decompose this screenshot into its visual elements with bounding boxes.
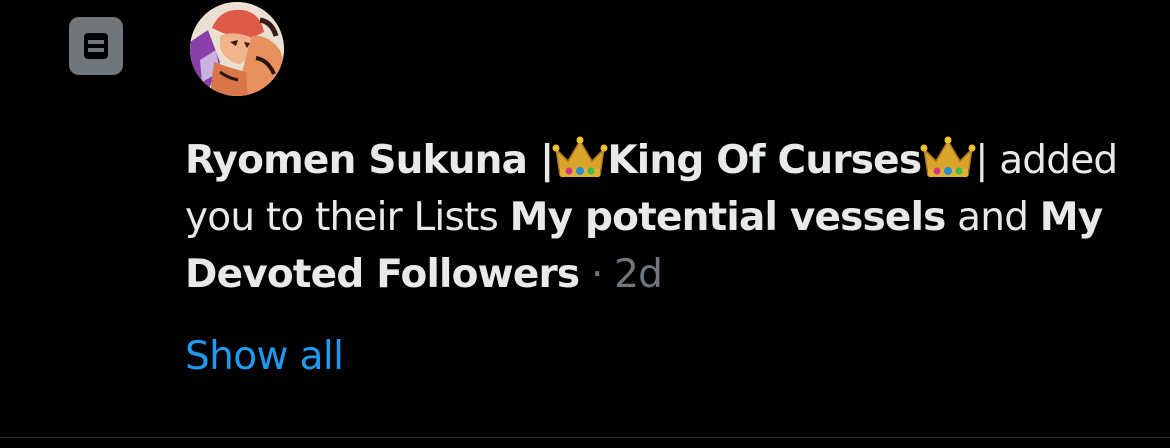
show-all-link[interactable]: Show all — [185, 331, 344, 383]
lists-notification[interactable]: Ryomen Sukuna | King Of Curses | added y… — [0, 0, 1170, 448]
actor-name[interactable]: Ryomen Sukuna | — [185, 138, 554, 183]
notification-text: Ryomen Sukuna | King Of Curses | added y… — [185, 132, 1155, 303]
timestamp: 2d — [614, 252, 663, 297]
crown-icon — [920, 135, 976, 181]
conjunction-text: and — [945, 195, 1040, 240]
list-icon — [69, 17, 123, 75]
separator: · — [579, 252, 615, 297]
actor-title[interactable]: King Of Curses — [607, 138, 922, 183]
avatar[interactable] — [190, 2, 284, 96]
actor-suffix: | — [975, 138, 1000, 183]
divider — [0, 437, 1170, 438]
list-name-vessels[interactable]: My potential vessels — [510, 195, 947, 240]
crown-icon — [552, 135, 608, 181]
